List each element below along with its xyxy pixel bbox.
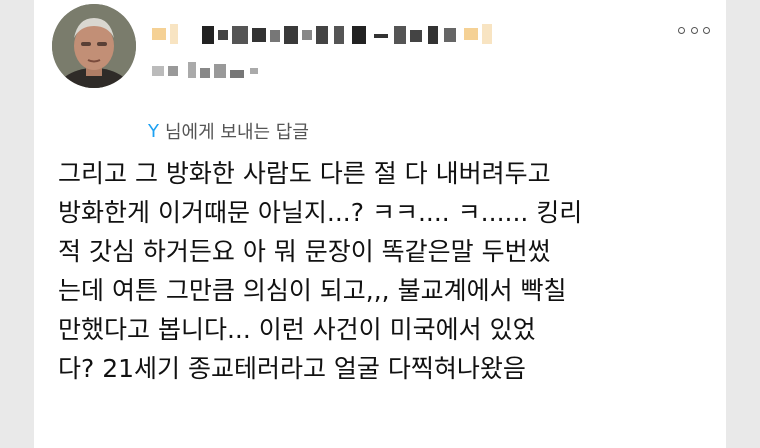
tweet-text-line: 방화한게 이거때문 아닐지...? ㅋㅋ.... ㅋ...... 킹리 (58, 198, 583, 227)
reply-mention-link[interactable]: Y (148, 121, 159, 142)
tweet-text-line: 는데 여튼 그만큼 의심이 되고,,, 불교계에서 빡칠 (58, 276, 567, 305)
reply-context-text: 님에게 보내는 답글 (165, 122, 309, 143)
avatar-photo (52, 4, 136, 88)
reply-context: Y 님에게 보내는 답글 (148, 118, 309, 144)
tweet-text-line: 다? 21세기 종교테러라고 얼굴 다찍혀나왔음 (58, 354, 526, 383)
user-avatar[interactable] (52, 4, 136, 88)
dot-icon (703, 26, 710, 34)
dot-icon (678, 26, 685, 34)
tweet-text-line: 적 갓심 하거든요 아 뭐 문장이 똑같은말 두번썼 (58, 237, 551, 266)
display-name-redacted (152, 24, 492, 44)
tweet-text-line: 그리고 그 방화한 사람도 다른 절 다 내버려두고 (58, 159, 551, 188)
username-redacted (152, 62, 258, 78)
more-options-icon[interactable] (678, 20, 710, 40)
tweet-text-line: 만했다고 봅니다... 이런 사건이 미국에서 있었 (58, 315, 536, 344)
dot-icon (690, 26, 698, 34)
tweet-text: 그리고 그 방화한 사람도 다른 절 다 내버려두고 방화한게 이거때문 아닐지… (58, 154, 708, 388)
